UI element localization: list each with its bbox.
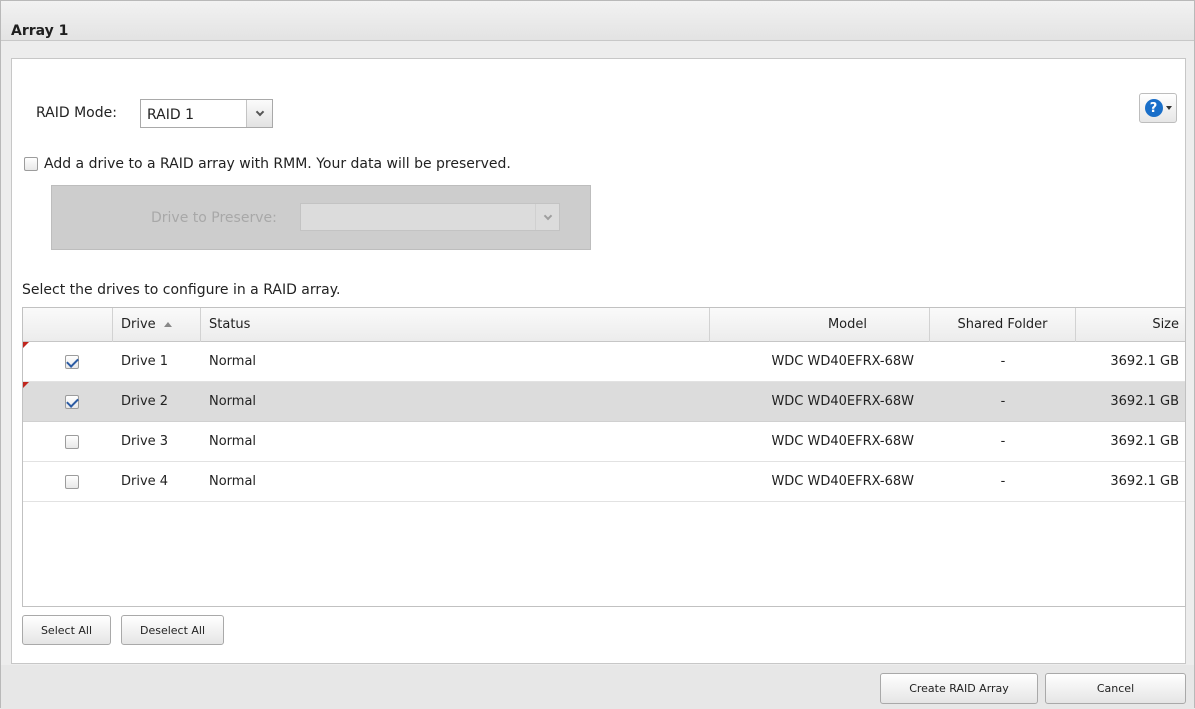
table-row[interactable]: Drive 4 Normal WDC WD40EFRX-68W - 3692.1… [23, 462, 1185, 502]
help-button[interactable]: ? [1139, 93, 1177, 123]
drive-status: Normal [209, 354, 257, 369]
drive-shared-folder: - [1000, 394, 1006, 409]
drive-size: 3692.1 GB [1110, 394, 1179, 409]
chevron-down-icon[interactable] [246, 100, 272, 127]
raid-mode-select[interactable]: RAID 1 [140, 99, 273, 128]
table-row[interactable]: Drive 1 Normal WDC WD40EFRX-68W - 3692.1… [23, 342, 1185, 382]
column-header-status-label: Status [209, 317, 251, 332]
raid-mode-label: RAID Mode: [36, 105, 117, 121]
dialog-title: Array 1 [11, 23, 69, 39]
row-checkbox[interactable] [65, 435, 79, 449]
column-header-model[interactable]: Model [710, 308, 930, 342]
drive-to-preserve-panel: Drive to Preserve: [51, 185, 591, 250]
drive-shared-folder: - [1000, 474, 1006, 489]
row-checkbox[interactable] [65, 355, 79, 369]
rmm-checkbox[interactable] [24, 157, 38, 171]
column-header-status[interactable]: Status [201, 308, 710, 342]
drive-status: Normal [209, 474, 257, 489]
drive-size: 3692.1 GB [1110, 354, 1179, 369]
drive-model: WDC WD40EFRX-68W [771, 434, 914, 449]
column-header-model-label: Model [827, 317, 867, 332]
deselect-all-button[interactable]: Deselect All [121, 615, 224, 645]
row-checkbox[interactable] [65, 475, 79, 489]
drive-model: WDC WD40EFRX-68W [771, 354, 914, 369]
column-header-drive[interactable]: Drive [113, 308, 201, 342]
dialog-titlebar: Array 1 [1, 1, 1194, 41]
drive-model: WDC WD40EFRX-68W [771, 474, 914, 489]
drive-size: 3692.1 GB [1110, 434, 1179, 449]
column-header-drive-label: Drive [121, 317, 156, 332]
help-icon: ? [1144, 99, 1163, 117]
drive-status: Normal [209, 434, 257, 449]
drive-shared-folder: - [1000, 434, 1006, 449]
chevron-down-icon [535, 204, 559, 230]
drives-table: Drive Status Model Shared Folder Size Dr… [22, 307, 1186, 607]
dialog-footer: Create RAID Array Cancel [1, 665, 1194, 709]
rmm-checkbox-label: Add a drive to a RAID array with RMM. Yo… [44, 156, 511, 172]
table-row[interactable]: Drive 3 Normal WDC WD40EFRX-68W - 3692.1… [23, 422, 1185, 462]
table-row[interactable]: Drive 2 Normal WDC WD40EFRX-68W - 3692.1… [23, 382, 1185, 422]
modified-marker [23, 382, 29, 388]
chevron-down-icon [1165, 106, 1172, 110]
drive-name: Drive 3 [121, 434, 169, 449]
row-checkbox[interactable] [65, 395, 79, 409]
select-all-button[interactable]: Select All [22, 615, 111, 645]
dialog-content: ? RAID Mode: RAID 1 Add a drive to a RAI… [11, 58, 1186, 664]
column-header-select [23, 308, 113, 342]
raid-array-dialog: Array 1 ? RAID Mode: RAID 1 Add a drive … [0, 0, 1195, 709]
drive-shared-folder: - [1000, 354, 1006, 369]
drive-to-preserve-label: Drive to Preserve: [151, 210, 277, 226]
drive-name: Drive 4 [121, 474, 169, 489]
cancel-button[interactable]: Cancel [1045, 673, 1186, 704]
drive-name: Drive 2 [121, 394, 169, 409]
drive-to-preserve-select [300, 203, 560, 231]
drive-size: 3692.1 GB [1110, 474, 1179, 489]
drive-model: WDC WD40EFRX-68W [771, 394, 914, 409]
column-header-shared-folder[interactable]: Shared Folder [930, 308, 1076, 342]
create-raid-array-button[interactable]: Create RAID Array [880, 673, 1038, 704]
drive-name: Drive 1 [121, 354, 169, 369]
modified-marker [23, 342, 29, 348]
column-header-size-label: Size [1152, 317, 1179, 332]
raid-mode-value: RAID 1 [147, 107, 195, 123]
drive-status: Normal [209, 394, 257, 409]
table-header: Drive Status Model Shared Folder Size [23, 308, 1185, 342]
sort-ascending-icon [163, 322, 172, 327]
column-header-shared-folder-label: Shared Folder [957, 317, 1048, 332]
select-drives-instruction: Select the drives to configure in a RAID… [22, 282, 341, 298]
column-header-size[interactable]: Size [1076, 308, 1185, 342]
